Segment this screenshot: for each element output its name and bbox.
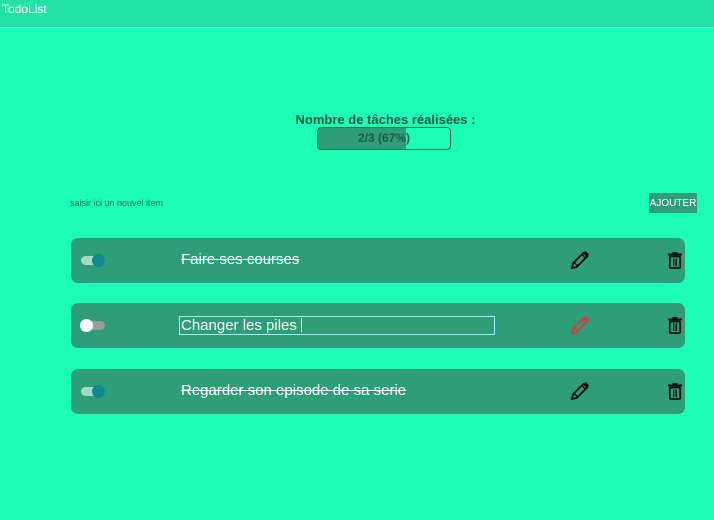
toggle-knob xyxy=(80,319,93,332)
todo-item: Changer les piles xyxy=(71,303,685,348)
add-button[interactable]: AJOUTER xyxy=(649,193,697,213)
progress-title: Nombre de tâches réalisées : xyxy=(295,112,476,127)
pencil-icon[interactable] xyxy=(569,380,591,407)
done-toggle[interactable] xyxy=(81,254,105,267)
done-toggle[interactable] xyxy=(80,319,105,332)
text-caret xyxy=(301,318,303,332)
trash-icon[interactable] xyxy=(668,383,682,405)
progress-bar: 2/3 (67%) xyxy=(317,127,451,150)
edit-item-input[interactable]: Changer les piles xyxy=(179,316,495,335)
todo-item: Regarder son episode de sa serie xyxy=(71,369,685,414)
pencil-icon[interactable] xyxy=(569,249,591,276)
new-item-input[interactable] xyxy=(68,196,268,210)
app-title: TodoList xyxy=(2,2,47,16)
todo-label: Faire ses courses xyxy=(181,251,300,268)
todo-item: Faire ses courses xyxy=(71,238,685,283)
edit-item-text: Changer les piles xyxy=(181,317,302,334)
toggle-knob xyxy=(92,254,105,267)
todo-label: Regarder son episode de sa serie xyxy=(181,382,407,399)
app-header: TodoList xyxy=(0,0,714,28)
done-toggle[interactable] xyxy=(81,385,105,398)
trash-icon[interactable] xyxy=(668,252,682,274)
trash-icon[interactable] xyxy=(668,317,682,339)
toggle-knob xyxy=(92,385,105,398)
progress-text: 2/3 (67%) xyxy=(357,131,411,145)
pencil-icon[interactable] xyxy=(569,314,591,341)
